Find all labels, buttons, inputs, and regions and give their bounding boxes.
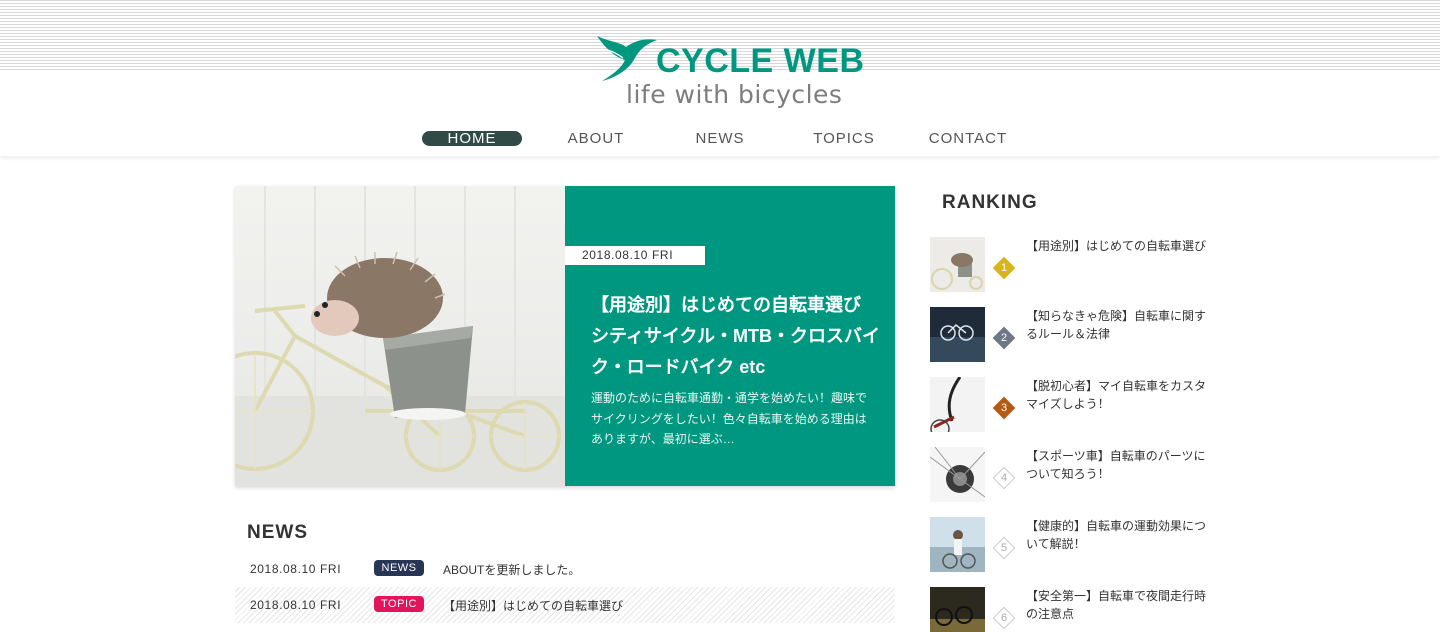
- ranking-title[interactable]: 【安全第一】自転車で夜間走行時の注意点: [1026, 587, 1210, 623]
- ranking-item[interactable]: 6 【安全第一】自転車で夜間走行時の注意点: [930, 587, 1220, 632]
- featured-title[interactable]: 【用途別】はじめての自転車選び シティサイクル・MTB・クロスバイク・ロードバイ…: [591, 290, 881, 383]
- featured-excerpt: 運動のために自転車通勤・通学を始めたい！趣味でサイクリングをしたい！色々自転車を…: [591, 391, 868, 446]
- brand-tagline: life with bicycles: [626, 80, 843, 109]
- nav-about-label: ABOUT: [567, 130, 625, 147]
- ranking-item[interactable]: 3 【脱初心者】マイ自転車をカスタマイズしよう！: [930, 377, 1220, 433]
- main-nav: HOME ABOUT NEWS TOPICS CONTACT: [410, 130, 1030, 150]
- nav-contact[interactable]: CONTACT: [906, 130, 1030, 150]
- swallow-bird-icon: [597, 36, 657, 81]
- news-heading: NEWS: [247, 522, 308, 543]
- featured-panel: 2018.08.10 FRI 【用途別】はじめての自転車選び シティサイクル・M…: [565, 186, 895, 486]
- ranking-title[interactable]: 【用途別】はじめての自転車選び: [1026, 237, 1210, 255]
- ranking-thumbnail[interactable]: [930, 377, 985, 432]
- nav-news[interactable]: NEWS: [658, 130, 782, 150]
- ranking-item[interactable]: 5 【健康的】自転車の運動効果について解説！: [930, 517, 1220, 573]
- ranking-thumbnail[interactable]: [930, 307, 985, 362]
- topic-tag-badge: TOPIC: [374, 596, 424, 612]
- brand-name: CYCLE WEB: [656, 42, 865, 80]
- ranking-heading: RANKING: [942, 192, 1038, 213]
- rank-badge-2: 2: [992, 326, 1016, 350]
- ranking-thumbnail[interactable]: [930, 587, 985, 632]
- ranking-thumbnail[interactable]: [930, 237, 985, 292]
- rank-number: 1: [1000, 262, 1008, 274]
- nav-contact-label: CONTACT: [928, 130, 1008, 147]
- rank-number: 5: [1000, 542, 1008, 554]
- news-date: 2018.08.10 FRI: [250, 562, 342, 576]
- rank-number: 3: [1000, 402, 1008, 414]
- ranking-item[interactable]: 4 【スポーツ車】自転車のパーツについて知ろう！: [930, 447, 1220, 503]
- featured-image: [235, 186, 565, 486]
- nav-news-label: NEWS: [695, 130, 745, 147]
- news-tag-badge: NEWS: [374, 560, 424, 576]
- nav-home[interactable]: HOME: [410, 130, 534, 150]
- featured-date: 2018.08.10 FRI: [565, 246, 705, 265]
- rank-badge-5: 5: [992, 536, 1016, 560]
- rank-badge-4: 4: [992, 466, 1016, 490]
- ranking-title[interactable]: 【健康的】自転車の運動効果について解説！: [1026, 517, 1210, 553]
- ranking-item[interactable]: 2 【知らなきゃ危険】自転車に関するルール＆法律: [930, 307, 1220, 363]
- news-row[interactable]: 2018.08.10 FRI TOPIC 【用途別】はじめての自転車選び: [235, 587, 895, 623]
- news-title[interactable]: 【用途別】はじめての自転車選び: [443, 597, 623, 614]
- nav-home-label: HOME: [422, 131, 522, 146]
- nav-topics[interactable]: TOPICS: [782, 130, 906, 150]
- ranking-title[interactable]: 【脱初心者】マイ自転車をカスタマイズしよう！: [1026, 377, 1210, 413]
- news-row[interactable]: 2018.08.10 FRI NEWS ABOUTを更新しました。: [235, 551, 895, 587]
- ranking-thumbnail[interactable]: [930, 447, 985, 502]
- news-title[interactable]: ABOUTを更新しました。: [443, 561, 580, 578]
- rank-number: 4: [1000, 472, 1008, 484]
- news-date: 2018.08.10 FRI: [250, 598, 342, 612]
- ranking-thumbnail[interactable]: [930, 517, 985, 572]
- rank-number: 6: [1000, 612, 1008, 624]
- site-header: CYCLE WEB life with bicycles HOME ABOUT …: [0, 0, 1440, 156]
- ranking-title[interactable]: 【知らなきゃ危険】自転車に関するルール＆法律: [1026, 307, 1210, 343]
- rank-badge-3: 3: [992, 396, 1016, 420]
- rank-number: 2: [1000, 332, 1008, 344]
- ranking-item[interactable]: 1 【用途別】はじめての自転車選び: [930, 237, 1220, 293]
- nav-about[interactable]: ABOUT: [534, 130, 658, 150]
- featured-article[interactable]: 2018.08.10 FRI 【用途別】はじめての自転車選び シティサイクル・M…: [235, 186, 895, 486]
- rank-badge-1: 1: [992, 256, 1016, 280]
- nav-topics-label: TOPICS: [813, 130, 875, 147]
- ranking-title[interactable]: 【スポーツ車】自転車のパーツについて知ろう！: [1026, 447, 1210, 483]
- hedgehog-bicycle-illustration: [235, 186, 565, 486]
- rank-badge-6: 6: [992, 606, 1016, 630]
- site-logo[interactable]: CYCLE WEB life with bicycles: [596, 24, 864, 114]
